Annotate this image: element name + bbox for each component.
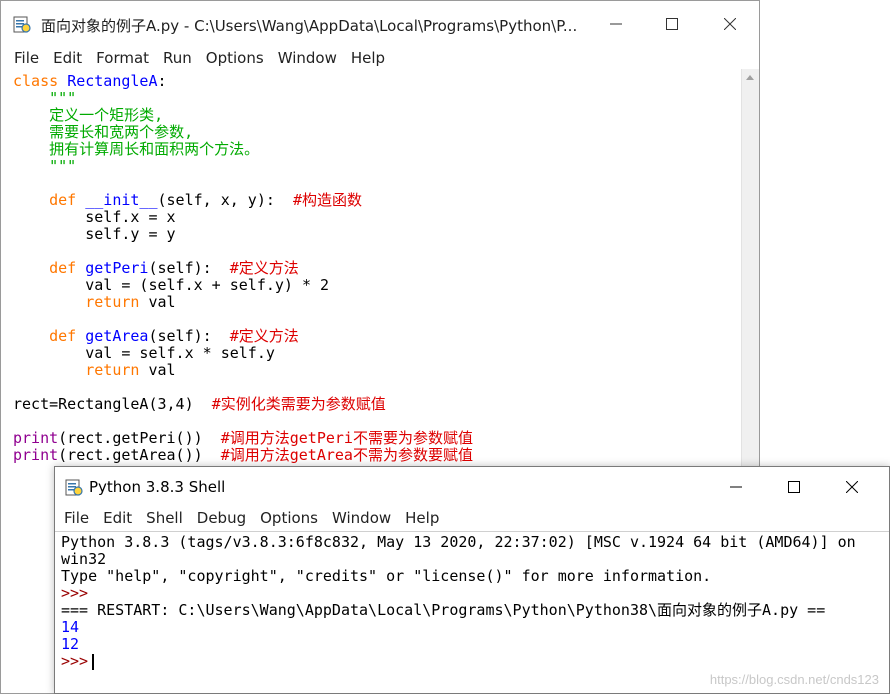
shell-prompt: >>> (61, 584, 89, 602)
code-line: """ (13, 157, 77, 175)
menu-edit[interactable]: Edit (96, 509, 139, 527)
code-line: return val (85, 293, 176, 311)
code-line: rect=RectangleA(3,4) #实例化类需要为参数赋值 (13, 395, 386, 413)
code-line: def getArea(self): #定义方法 (49, 327, 299, 345)
menu-format[interactable]: Format (89, 49, 156, 67)
output-line: 12 (61, 635, 80, 653)
menu-window[interactable]: Window (325, 509, 398, 527)
shell-output[interactable]: Python 3.8.3 (tags/v3.8.3:6f8c832, May 1… (55, 531, 889, 693)
python-idle-icon (13, 15, 31, 33)
code-line: 定义一个矩形类, (13, 106, 164, 124)
editor-title: 面向对象的例子A.py - C:\Users\Wang\AppData\Loca… (41, 17, 578, 35)
banner-line: Type "help", "copyright", "credits" or "… (61, 567, 712, 585)
code-line: def getPeri(self): #定义方法 (49, 259, 299, 277)
code-line: return val (85, 361, 176, 379)
code-line: print(rect.getArea()) #调用方法getArea不需为参数要… (13, 446, 473, 464)
shell-title: Python 3.8.3 Shell (89, 478, 226, 496)
menu-help[interactable]: Help (344, 49, 392, 67)
menu-file[interactable]: File (57, 509, 96, 527)
menu-file[interactable]: File (7, 49, 46, 67)
shell-menubar: File Edit Shell Debug Options Window Hel… (55, 507, 889, 529)
code-line: self.x = x (13, 208, 176, 226)
banner-line: win32 (61, 550, 107, 568)
menu-shell[interactable]: Shell (139, 509, 190, 527)
minimize-icon[interactable] (587, 1, 645, 47)
close-icon[interactable] (823, 467, 881, 507)
code-line: val = self.x * self.y (13, 344, 275, 362)
menu-options[interactable]: Options (199, 49, 271, 67)
editor-titlebar[interactable]: 面向对象的例子A.py - C:\Users\Wang\AppData\Loca… (1, 1, 759, 47)
menu-edit[interactable]: Edit (46, 49, 89, 67)
maximize-icon[interactable] (643, 1, 701, 47)
menu-help[interactable]: Help (398, 509, 446, 527)
shell-window: Python 3.8.3 Shell File Edit Shell Debug… (54, 466, 890, 694)
code-line: def __init__(self, x, y): #构造函数 (49, 191, 362, 209)
python-idle-icon (65, 478, 83, 496)
output-line: 14 (61, 618, 80, 636)
banner-line: Python 3.8.3 (tags/v3.8.3:6f8c832, May 1… (61, 533, 856, 551)
code-line: 需要长和宽两个参数, (13, 123, 194, 141)
close-icon[interactable] (701, 1, 759, 47)
text-cursor (92, 653, 95, 670)
scroll-up-arrow-icon[interactable] (746, 75, 754, 80)
minimize-icon[interactable] (707, 467, 765, 507)
restart-line: === RESTART: C:\Users\Wang\AppData\Local… (61, 601, 826, 619)
code-editor[interactable]: class RectangleA: """ 定义一个矩形类, 需要长和宽两个参数… (13, 73, 473, 464)
code-line: class RectangleA: (13, 72, 167, 90)
menu-debug[interactable]: Debug (190, 509, 253, 527)
code-line: """ (13, 89, 77, 107)
code-line: print(rect.getPeri()) #调用方法getPeri不需要为参数… (13, 429, 473, 447)
code-line: val = (self.x + self.y) * 2 (13, 276, 330, 294)
code-line: self.y = y (13, 225, 176, 243)
menu-options[interactable]: Options (253, 509, 325, 527)
shell-titlebar[interactable]: Python 3.8.3 Shell (55, 467, 889, 507)
code-line: 拥有计算周长和面积两个方法。 (13, 140, 260, 158)
watermark: https://blog.csdn.net/cnds123 (709, 672, 879, 687)
editor-menubar: File Edit Format Run Options Window Help (1, 47, 759, 69)
shell-prompt: >>> (61, 652, 89, 670)
menu-window[interactable]: Window (271, 49, 344, 67)
maximize-icon[interactable] (765, 467, 823, 507)
menu-run[interactable]: Run (156, 49, 199, 67)
